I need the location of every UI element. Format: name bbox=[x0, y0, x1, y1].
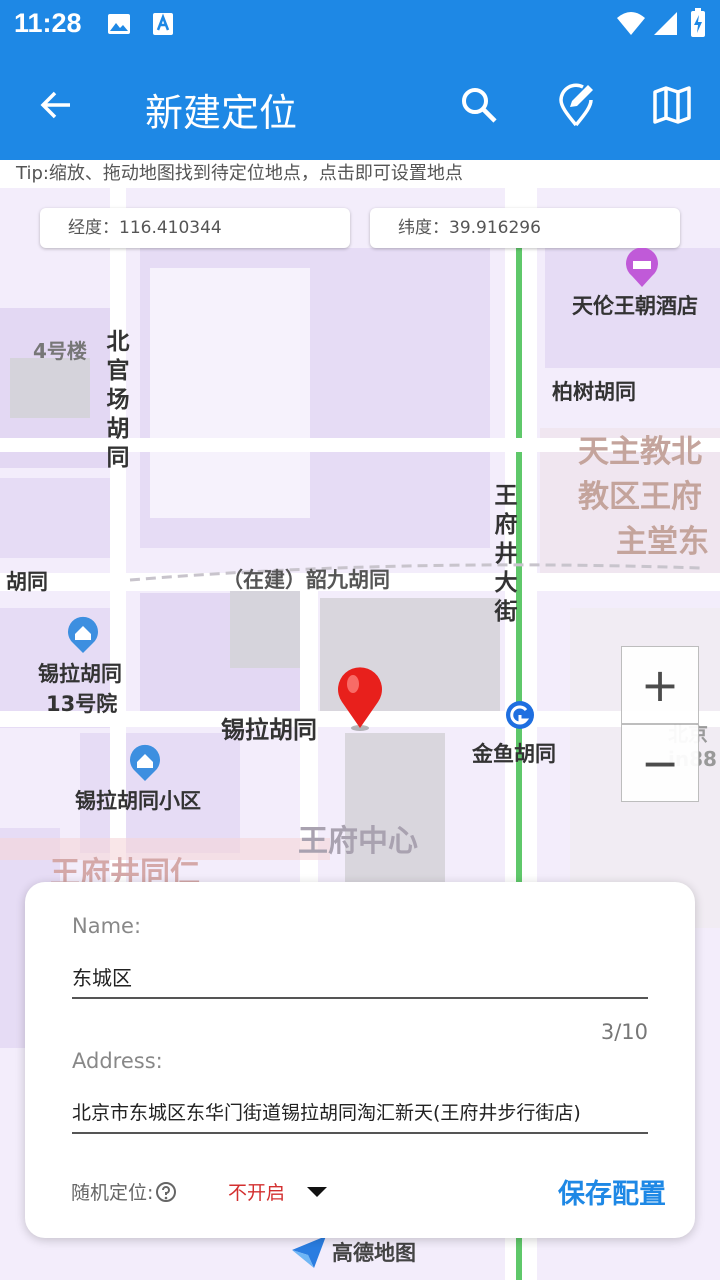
address-label: Address: bbox=[72, 1049, 163, 1073]
amap-logo-icon bbox=[292, 1236, 326, 1268]
back-button[interactable] bbox=[26, 75, 86, 135]
map-label-wangfujing-street: 王府井大街 bbox=[494, 483, 518, 625]
map-logo-text: 高德地图 bbox=[332, 1241, 416, 1265]
page-title: 新建定位 bbox=[145, 91, 298, 135]
map-label-shaojiu: （在建）韶九胡同 bbox=[222, 568, 390, 592]
name-label: Name: bbox=[72, 914, 142, 938]
church-line-3: 主堂东 bbox=[616, 524, 709, 560]
church-line-1: 天主教北 bbox=[578, 434, 702, 470]
zoom-out-button[interactable]: − bbox=[621, 724, 699, 802]
dropdown-arrow-icon bbox=[307, 1186, 328, 1197]
random-location-label: 随机定位: bbox=[71, 1182, 154, 1204]
map-logo: 高德地图 bbox=[290, 1234, 416, 1270]
address-input[interactable]: 北京市东城区东华门街道锡拉胡同淘汇新天(王府井步行街店) bbox=[72, 1098, 581, 1125]
latitude-display: 纬度：39.916296 bbox=[370, 208, 680, 248]
help-icon[interactable] bbox=[155, 1181, 177, 1203]
edit-location-icon bbox=[559, 83, 593, 127]
map-button[interactable] bbox=[642, 75, 702, 135]
residence-poi-icon-2 bbox=[130, 744, 160, 781]
back-arrow-icon bbox=[40, 91, 70, 119]
gallery-notification-icon bbox=[108, 14, 130, 34]
name-counter: 3/10 bbox=[600, 1020, 648, 1044]
residence-poi-icon bbox=[68, 616, 98, 653]
map-label-jinyu: 金鱼胡同 bbox=[472, 742, 556, 766]
longitude-display: 经度：116.410344 bbox=[40, 208, 350, 248]
edit-location-button[interactable] bbox=[546, 75, 606, 135]
map-label-building4: 4号楼 bbox=[33, 339, 87, 363]
subway-icon bbox=[506, 701, 534, 729]
map-label-xila: 锡拉胡同 bbox=[221, 716, 317, 744]
address-underline bbox=[72, 1132, 648, 1134]
status-time: 11:28 bbox=[14, 8, 82, 38]
save-config-button[interactable]: 保存配置 bbox=[558, 1172, 666, 1211]
app-bar: 新建定位 bbox=[0, 50, 720, 160]
app-notification-icon bbox=[153, 13, 173, 35]
map-icon bbox=[653, 86, 691, 124]
map-label-beiguanchang: 北官场胡同 bbox=[106, 329, 130, 471]
location-form-card: Name: 东城区 3/10 Address: 北京市东城区东华门街道锡拉胡同淘… bbox=[25, 882, 695, 1238]
wifi-icon bbox=[617, 12, 645, 35]
search-icon bbox=[462, 88, 497, 123]
random-location-dropdown[interactable]: 不开启 bbox=[228, 1178, 329, 1205]
map-label-xila13: 锡拉胡同 13号院 bbox=[38, 658, 122, 718]
zoom-in-button[interactable]: + bbox=[621, 646, 699, 724]
signal-icon bbox=[654, 12, 677, 35]
church-line-2: 教区王府 bbox=[578, 479, 702, 515]
map-label-church: 天主教北 教区王府 主堂东 bbox=[578, 426, 709, 561]
map-label-xila-xiaoqu: 锡拉胡同小区 bbox=[75, 789, 201, 813]
xila13-line-2: 13号院 bbox=[46, 692, 118, 716]
random-location-value: 不开启 bbox=[228, 1182, 286, 1204]
map-label-baishu: 柏树胡同 bbox=[552, 380, 636, 404]
search-button[interactable] bbox=[449, 75, 509, 135]
name-underline bbox=[72, 997, 648, 999]
map-label-wfj-center: 王府中心 bbox=[298, 824, 418, 859]
status-bar: 11:28 bbox=[0, 0, 720, 50]
location-pin-icon bbox=[338, 667, 382, 731]
map-label-hutong-left: 胡同 bbox=[6, 570, 48, 594]
hotel-poi-icon bbox=[626, 248, 658, 287]
xila13-line-1: 锡拉胡同 bbox=[38, 662, 122, 686]
tip-text: Tip:缩放、拖动地图找到待定位地点，点击即可设置地点 bbox=[0, 160, 720, 188]
battery-icon bbox=[691, 8, 705, 37]
random-location-row: 随机定位: bbox=[71, 1178, 177, 1205]
map-label-hotel: 天伦王朝酒店 bbox=[572, 294, 698, 318]
name-input[interactable]: 东城区 bbox=[72, 962, 132, 991]
